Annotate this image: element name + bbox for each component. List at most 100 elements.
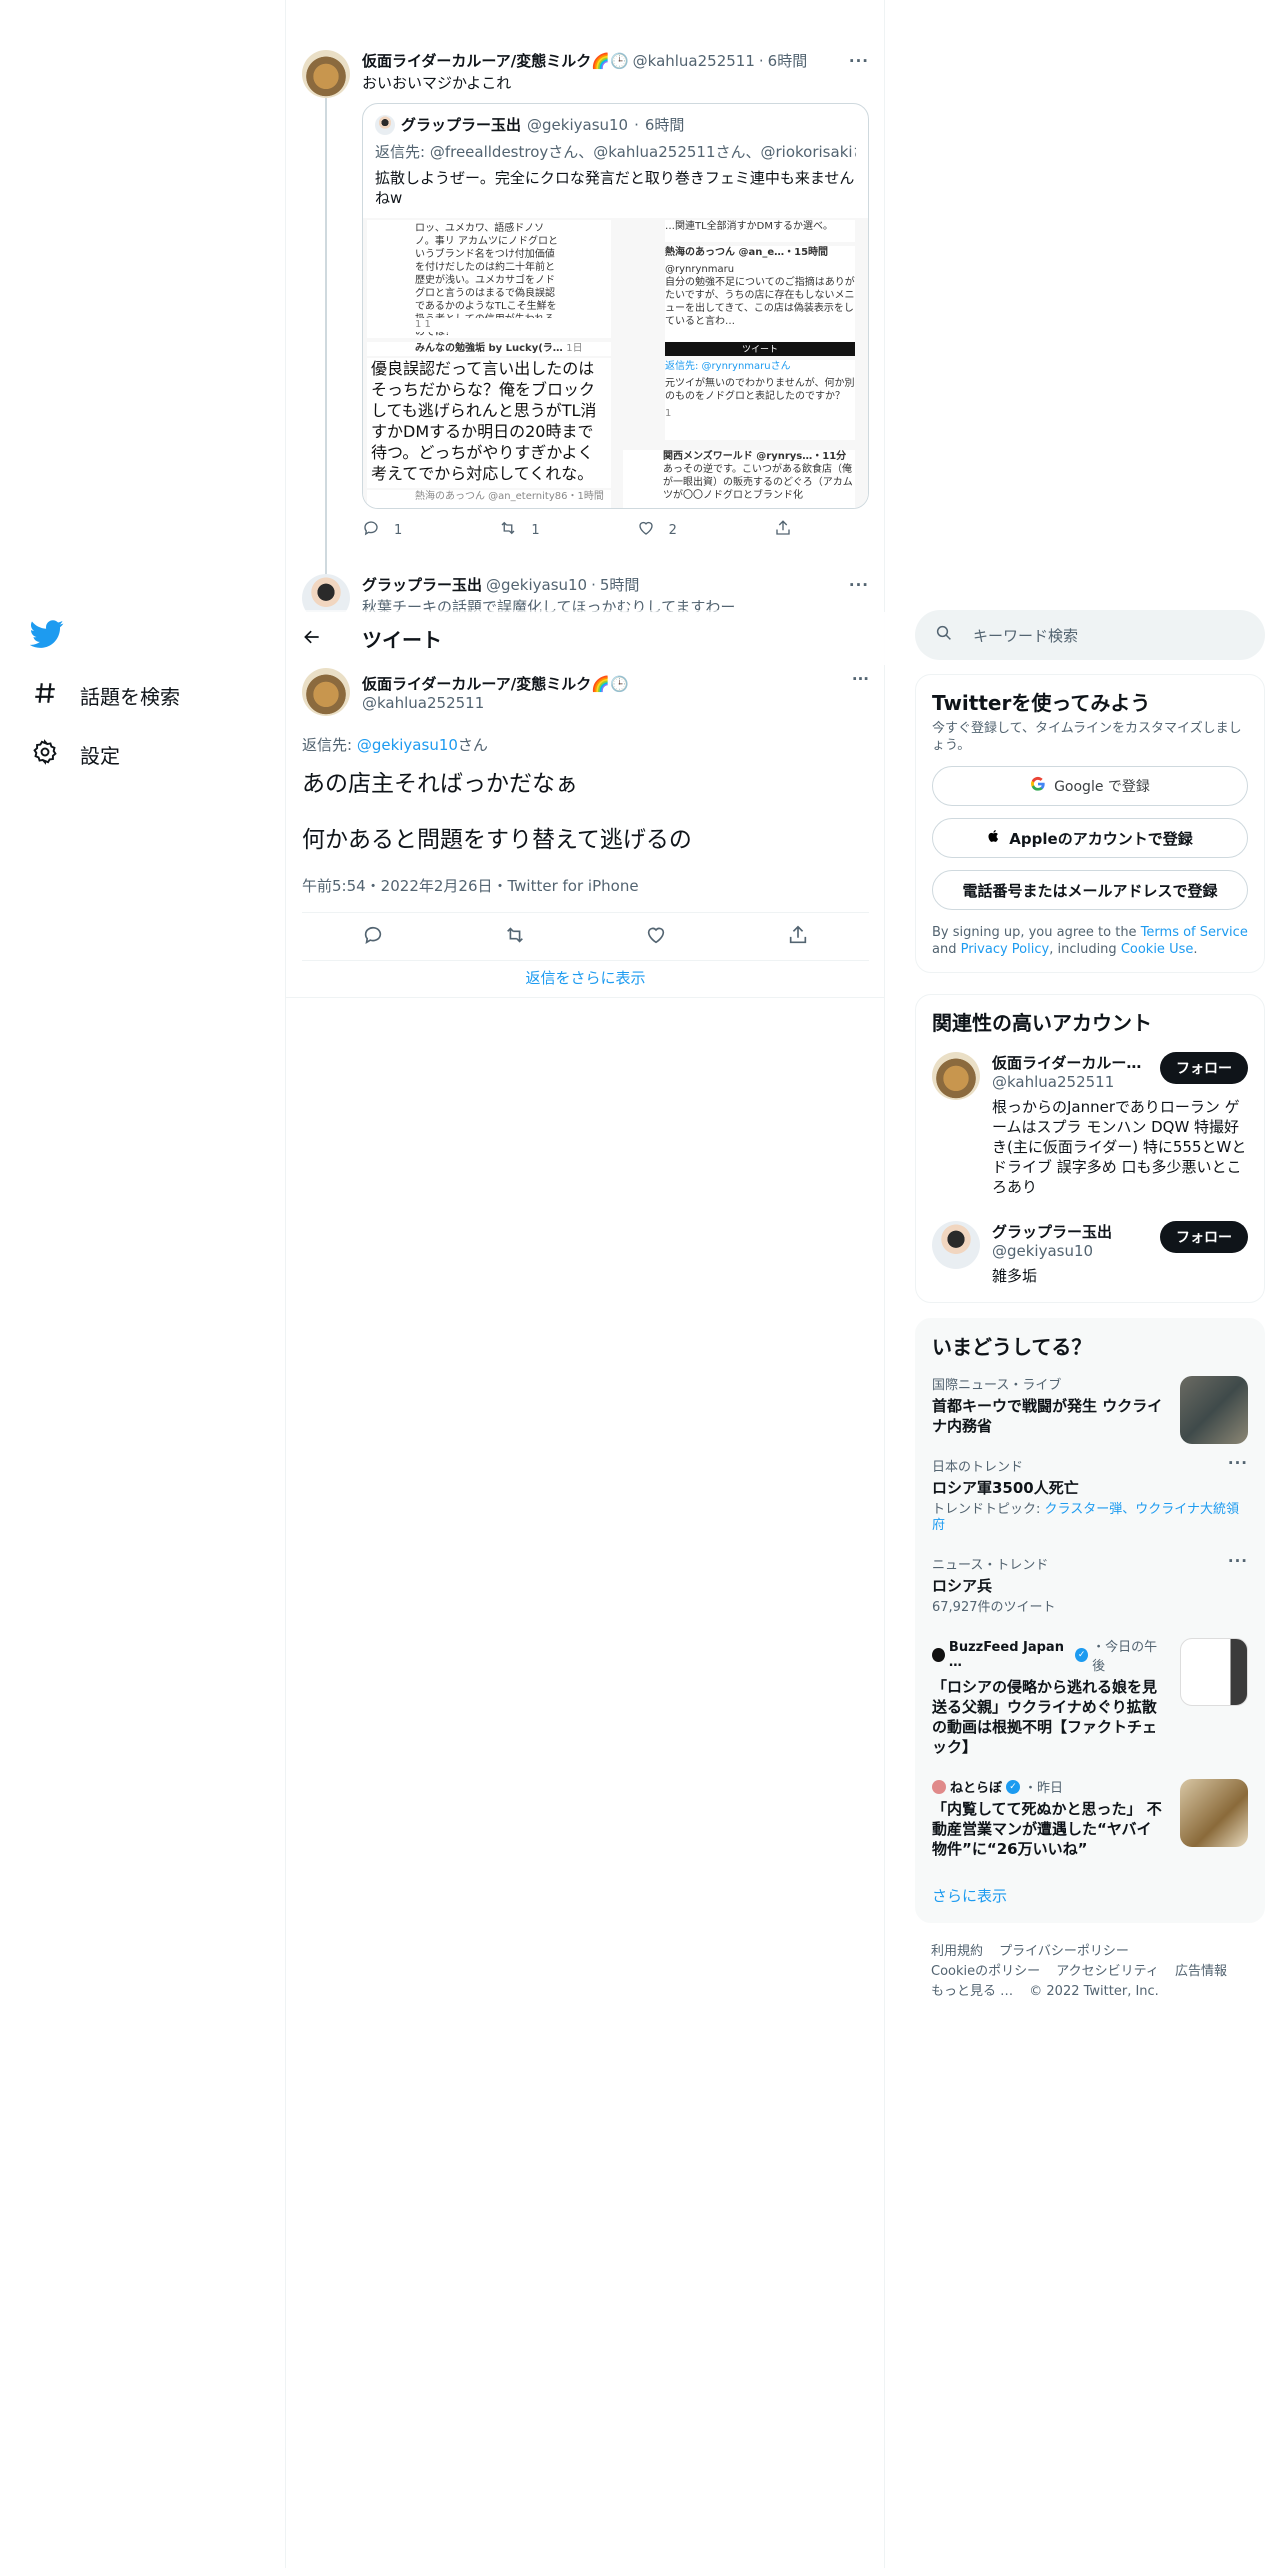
signup-legal: By signing up, you agree to the Terms of…: [932, 925, 1248, 957]
follow-button[interactable]: フォロー: [1160, 1052, 1248, 1084]
source-avatar: [932, 1648, 945, 1662]
screenshot-left-user: みんなの勉強垢 by Lucky(ラ… 1日: [367, 342, 611, 356]
trends-panel: いまどうしてる？ 国際ニュース・ライブ 首都キーウで戦闘が発生 ウクライナ内務省…: [915, 1318, 1265, 1923]
reply-to-link[interactable]: @gekiyasu10: [357, 736, 458, 754]
account-handle[interactable]: @gekiyasu10: [992, 1242, 1152, 1260]
show-more-replies-link[interactable]: 返信をさらに表示: [286, 958, 885, 998]
retweet-count: 1: [531, 522, 540, 538]
related-title: 関連性の高いアカウント: [932, 1011, 1152, 1035]
share-icon: [774, 519, 792, 541]
verified-icon: ✓: [1006, 1779, 1021, 1794]
author-handle[interactable]: @gekiyasu10: [486, 576, 587, 594]
tweet-meta[interactable]: 午前5:54・2022年2月26日・Twitter for iPhone: [302, 875, 869, 913]
quote-author-name: グラップラー玉出: [401, 116, 522, 134]
reply-icon[interactable]: [362, 924, 384, 950]
account-name[interactable]: グラップラー玉出: [992, 1221, 1152, 1242]
nav-settings-label: 設定: [80, 744, 120, 768]
avatar[interactable]: [932, 1221, 980, 1269]
signup-title: Twitterを使ってみよう: [932, 691, 1151, 715]
trend-item[interactable]: BuzzFeed Japan … ✓ ・今日の午後 「ロシアの侵略から逃れる娘を…: [916, 1626, 1264, 1767]
privacy-link[interactable]: Privacy Policy: [961, 942, 1050, 957]
screenshot-left-counts: 1 1: [415, 318, 555, 332]
screenshot-right-top: …関連TL全部消すかDMするか選べ。: [665, 220, 855, 242]
heart-icon[interactable]: [645, 924, 667, 950]
footer-link[interactable]: プライバシーポリシー: [999, 1944, 1129, 1959]
more-options-button[interactable]: ···: [852, 670, 869, 688]
author-name[interactable]: 仮面ライダーカルーア/変態ミルク🌈🕒: [362, 673, 840, 694]
apple-icon: [987, 828, 1001, 848]
share-icon[interactable]: [787, 924, 809, 950]
quote-author-handle: @gekiyasu10: [527, 115, 629, 134]
trend-thumbnail: [1180, 1779, 1248, 1847]
more-options-button[interactable]: ···: [1228, 1454, 1248, 1472]
focused-tweet: 仮面ライダーカルーア/変態ミルク🌈🕒 @kahlua252511 ··· 返信先…: [302, 668, 869, 961]
quoted-tweet[interactable]: グラップラー玉出 @gekiyasu10 · 6時間 返信先: @freeall…: [362, 103, 869, 509]
google-signup-button[interactable]: Google で登録: [932, 766, 1248, 806]
quote-media-image[interactable]: ロッ、ユメカワ、語感ドノソノ。事リ アカムツにノドグロというブランド名をつけ付加…: [363, 218, 868, 508]
tweet-text: あの店主そればっかだなぁ 何かあると問題をすり替えて逃げるの: [302, 769, 869, 855]
apple-signup-button[interactable]: Appleのアカウントで登録: [932, 818, 1248, 858]
footer-link[interactable]: 利用規約: [931, 1944, 983, 1959]
trends-show-more-link[interactable]: さらに表示: [916, 1869, 1264, 1922]
avatar[interactable]: [302, 50, 350, 98]
footer-link[interactable]: アクセシビリティ: [1056, 1964, 1159, 1979]
trend-item[interactable]: 国際ニュース・ライブ 首都キーウで戦闘が発生 ウクライナ内務省: [916, 1364, 1264, 1446]
search-input[interactable]: キーワード検索: [973, 625, 1078, 646]
retweet-icon: [499, 519, 517, 541]
phone-email-signup-button[interactable]: 電話番号またはメールアドレスで登録: [932, 870, 1248, 910]
source-avatar: [932, 1779, 946, 1794]
retweet-button[interactable]: 1: [499, 519, 540, 541]
terms-link[interactable]: Terms of Service: [1141, 925, 1248, 940]
screenshot-right-reply: 返信先: @rynrynmaruさん 元ツイが無いのでわかりませんが、何か別のも…: [665, 360, 855, 440]
twitter-bird-icon[interactable]: [29, 617, 64, 651]
more-options-button[interactable]: ···: [849, 576, 869, 594]
share-button[interactable]: [774, 519, 792, 541]
quote-text: 拡散しようぜー。完全にクロな発言だと取り巻きフェミ連中も来ませんねw: [375, 169, 855, 207]
footer-link[interactable]: 広告情報: [1175, 1964, 1227, 1979]
more-options-button[interactable]: ···: [1228, 1552, 1248, 1570]
verified-icon: ✓: [1075, 1648, 1089, 1662]
footer-link[interactable]: もっと見る …: [931, 1984, 1013, 1999]
screenshot-right-bar: ツイート: [665, 342, 855, 356]
account-handle[interactable]: @kahlua252511: [992, 1073, 1152, 1091]
page-title: ツイート: [362, 628, 442, 652]
cookie-link[interactable]: Cookie Use: [1121, 942, 1194, 957]
like-count: 2: [668, 522, 677, 538]
avatar[interactable]: [932, 1052, 980, 1100]
context-tweet[interactable]: 仮面ライダーカルーア/変態ミルク🌈🕒 @kahlua252511 · 6時間 ·…: [286, 50, 885, 541]
arrow-left-icon[interactable]: [302, 627, 322, 651]
account-card[interactable]: グラップラー玉出 @gekiyasu10 フォロー 雑多垢: [916, 1209, 1264, 1302]
reply-button[interactable]: 1: [362, 519, 402, 541]
nav-settings[interactable]: 設定: [32, 739, 120, 770]
account-name[interactable]: 仮面ライダーカルー…: [992, 1052, 1152, 1073]
tweet-time[interactable]: 6時間: [768, 50, 808, 71]
avatar[interactable]: [302, 668, 350, 716]
tweet-time[interactable]: 5時間: [600, 574, 640, 595]
trend-item[interactable]: ねとらぼ ✓ ・昨日 「内覧してて死ぬかと思った」 不動産営業マンが遭遇した“ヤ…: [916, 1767, 1264, 1869]
google-icon: [1030, 776, 1046, 796]
nav-explore[interactable]: 話題を検索: [32, 680, 180, 711]
gear-icon: [32, 739, 58, 770]
tweet-text: おいおいマジかよこれ: [362, 74, 512, 92]
account-card[interactable]: 仮面ライダーカルー… @kahlua252511 フォロー 根っからのJanne…: [916, 1040, 1264, 1209]
account-bio: 雑多垢: [992, 1267, 1038, 1285]
screenshot-left-bottom: 熱海のあっつん @an_eternity86・1時間: [367, 490, 611, 508]
signup-description: 今すぐ登録して、タイムラインをカスタマイズしましょう。: [932, 721, 1242, 753]
author-name[interactable]: グラップラー玉出: [362, 574, 482, 595]
heart-icon: [637, 519, 655, 541]
more-options-button[interactable]: ···: [849, 52, 869, 70]
footer-link[interactable]: Cookieのポリシー: [931, 1964, 1040, 1979]
trend-item[interactable]: 日本のトレンド ロシア軍3500人死亡 トレンドトピック: クラスター弾、ウクラ…: [916, 1446, 1264, 1544]
avatar: [375, 114, 395, 135]
author-handle[interactable]: @kahlua252511: [633, 52, 755, 70]
retweet-icon[interactable]: [504, 924, 526, 950]
like-button[interactable]: 2: [637, 519, 677, 541]
search-icon: [935, 624, 953, 646]
trend-item[interactable]: ニュース・トレンド ロシア兵 67,927件のツイート ···: [916, 1544, 1264, 1626]
author-name[interactable]: 仮面ライダーカルーア/変態ミルク🌈🕒: [362, 50, 629, 71]
author-handle[interactable]: @kahlua252511: [362, 694, 840, 712]
follow-button[interactable]: フォロー: [1160, 1221, 1248, 1253]
search-box[interactable]: キーワード検索: [915, 610, 1265, 660]
main-column: 仮面ライダーカルーア/変態ミルク🌈🕒 @kahlua252511 · 6時間 ·…: [286, 0, 885, 2568]
tweet-text-line: 何かあると問題をすり替えて逃げるの: [302, 827, 692, 853]
